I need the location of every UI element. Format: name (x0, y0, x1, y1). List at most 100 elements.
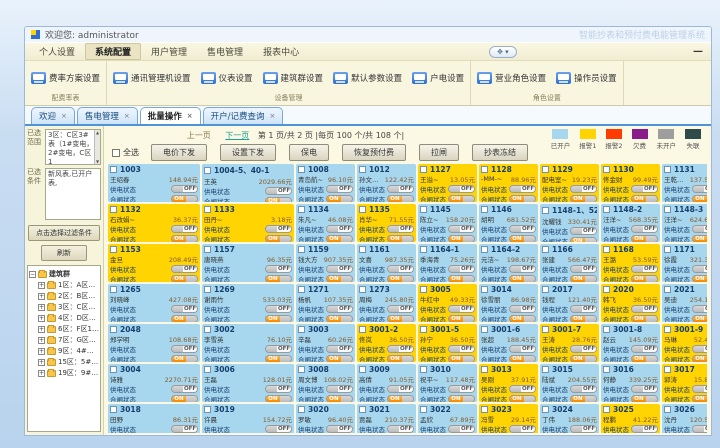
card-checkbox[interactable] (204, 206, 211, 213)
switch-toggle[interactable]: ON (570, 315, 597, 322)
card-checkbox[interactable] (542, 246, 549, 253)
switch-toggle[interactable]: ON (448, 355, 475, 362)
tree-node-6[interactable]: +9区：4#楼电井（4# (29, 346, 99, 356)
switch-toggle[interactable]: ON (509, 275, 536, 282)
supply-toggle[interactable]: OFF (631, 305, 658, 313)
supply-toggle[interactable]: OFF (387, 265, 414, 273)
switch-toggle[interactable]: ON (509, 235, 536, 242)
expand-icon[interactable]: + (38, 304, 45, 311)
supply-toggle[interactable]: OFF (631, 185, 658, 193)
tree-node-5[interactable]: +7区：G区1#井 (29, 335, 99, 345)
switch-toggle[interactable]: ON (631, 235, 658, 242)
next-page-link[interactable]: 下一页 (225, 131, 249, 140)
supply-toggle[interactable]: OFF (570, 265, 597, 273)
switch-toggle[interactable]: ON (448, 235, 475, 242)
minimize-button[interactable]: — (689, 46, 707, 57)
supply-toggle[interactable]: OFF (265, 425, 292, 433)
switch-toggle[interactable]: ON (387, 315, 414, 322)
supply-toggle[interactable]: OFF (387, 425, 414, 433)
switch-toggle[interactable]: ON (509, 315, 536, 322)
supply-toggle[interactable]: OFF (326, 265, 353, 273)
supply-toggle[interactable]: OFF (448, 425, 475, 433)
supply-toggle[interactable]: OFF (387, 305, 414, 313)
supply-toggle[interactable]: OFF (265, 305, 292, 313)
supply-toggle[interactable]: OFF (509, 425, 536, 433)
switch-toggle[interactable]: ON (448, 195, 475, 202)
supply-toggle[interactable]: OFF (326, 185, 353, 193)
ribbon-button-2-0[interactable]: 营业角色设置 (477, 72, 546, 84)
supply-toggle[interactable]: OFF (265, 225, 292, 233)
ribbon-button-1-4[interactable]: 户电设置 (412, 72, 464, 84)
supply-toggle[interactable]: OFF (631, 425, 658, 433)
switch-toggle[interactable]: ON (326, 395, 353, 402)
switch-toggle[interactable]: ON (448, 315, 475, 322)
switch-toggle[interactable]: ON (570, 355, 597, 362)
switch-toggle[interactable]: ON (265, 275, 292, 282)
ribbon-button-1-1[interactable]: 仪表设置 (201, 72, 253, 84)
tree-node-8[interactable]: +19区：9#变电站（3 (29, 368, 99, 378)
card-checkbox[interactable] (204, 286, 211, 293)
switch-toggle[interactable]: ON (692, 395, 707, 402)
tab-2[interactable]: 批量操作× (140, 107, 201, 124)
menu-item-1[interactable]: 系统配置 (85, 43, 141, 60)
expand-icon[interactable]: + (38, 337, 45, 344)
switch-toggle[interactable]: ON (387, 195, 414, 202)
card-checkbox[interactable] (542, 207, 549, 214)
tree-node-0[interactable]: +1区：A区1#井 (29, 280, 99, 290)
card-checkbox[interactable] (298, 246, 305, 253)
switch-toggle[interactable]: ON (326, 315, 353, 322)
supply-toggle[interactable]: OFF (509, 305, 536, 313)
supply-toggle[interactable]: OFF (387, 385, 414, 393)
card-checkbox[interactable] (298, 326, 305, 333)
switch-toggle[interactable]: ON (326, 355, 353, 362)
tab-close-icon[interactable]: × (270, 112, 276, 120)
switch-toggle[interactable]: ON (631, 315, 658, 322)
expand-icon[interactable]: + (38, 348, 45, 355)
supply-toggle[interactable]: OFF (692, 385, 707, 393)
card-checkbox[interactable] (359, 406, 366, 413)
card-checkbox[interactable] (420, 366, 427, 373)
prev-page-link[interactable]: 上一页 (187, 131, 211, 140)
card-checkbox[interactable] (359, 326, 366, 333)
switch-toggle[interactable]: ON (631, 195, 658, 202)
switch-toggle[interactable]: ON (570, 395, 597, 402)
card-checkbox[interactable] (298, 366, 305, 373)
supply-toggle[interactable]: OFF (448, 385, 475, 393)
supply-toggle[interactable]: OFF (448, 225, 475, 233)
supply-toggle[interactable]: OFF (171, 225, 198, 233)
supply-toggle[interactable]: OFF (692, 185, 707, 193)
card-checkbox[interactable] (204, 246, 211, 253)
card-checkbox[interactable] (542, 366, 549, 373)
supply-toggle[interactable]: OFF (631, 225, 658, 233)
switch-toggle[interactable]: ON (692, 235, 707, 242)
card-checkbox[interactable] (664, 166, 671, 173)
supply-toggle[interactable]: OFF (692, 345, 707, 353)
supply-toggle[interactable]: OFF (448, 305, 475, 313)
refresh-button[interactable]: 刷新 (41, 245, 87, 261)
tree-node-1[interactable]: +2区：B区1#井/B区1 (29, 291, 99, 301)
switch-toggle[interactable]: ON (265, 355, 292, 362)
switch-toggle[interactable]: ON (171, 275, 198, 282)
switch-toggle[interactable]: ON (570, 237, 597, 242)
switch-toggle[interactable]: ON (631, 275, 658, 282)
supply-toggle[interactable]: OFF (171, 345, 198, 353)
card-checkbox[interactable] (110, 406, 117, 413)
switch-toggle[interactable]: ON (631, 395, 658, 402)
card-checkbox[interactable] (664, 286, 671, 293)
action-button-2[interactable]: 保电 (289, 144, 329, 161)
supply-toggle[interactable]: OFF (631, 345, 658, 353)
card-checkbox[interactable] (664, 246, 671, 253)
card-checkbox[interactable] (481, 246, 488, 253)
switch-toggle[interactable]: ON (171, 355, 198, 362)
supply-toggle[interactable]: OFF (448, 265, 475, 273)
supply-toggle[interactable]: OFF (509, 345, 536, 353)
choose-filter-button[interactable]: 点击选择过滤条件 (28, 225, 100, 241)
action-button-1[interactable]: 设置下发 (220, 144, 276, 161)
card-checkbox[interactable] (603, 206, 610, 213)
card-checkbox[interactable] (110, 286, 117, 293)
card-checkbox[interactable] (359, 366, 366, 373)
switch-toggle[interactable]: ON (265, 395, 292, 402)
switch-toggle[interactable]: ON (509, 395, 536, 402)
card-checkbox[interactable] (110, 166, 117, 173)
switch-toggle[interactable]: ON (448, 275, 475, 282)
